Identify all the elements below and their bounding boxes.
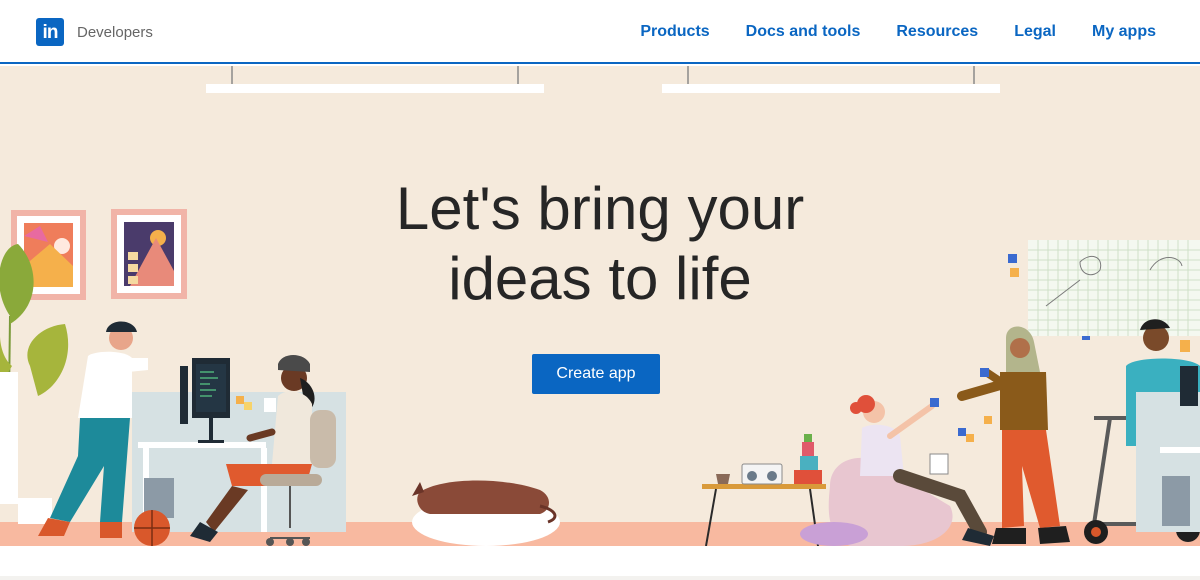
wall-art-right [111,209,187,299]
create-app-button[interactable]: Create app [532,354,660,394]
linkedin-logo-icon[interactable]: in [36,18,64,46]
brand-label[interactable]: Developers [77,24,153,41]
hero-headline-line-2: ideas to life [448,245,752,312]
hero-headline-line-1: Let's bring your [395,175,805,242]
nav-legal[interactable]: Legal [1014,23,1056,41]
ceiling-lights [206,66,1000,93]
nav-resources[interactable]: Resources [896,23,978,41]
dog-on-bed [412,480,560,546]
person-right-edge [1126,319,1200,532]
hero-headline: Let's bring your ideas to life [300,174,900,314]
nav-my-apps[interactable]: My apps [1092,23,1156,41]
nav-docs-and-tools[interactable]: Docs and tools [746,23,861,41]
whiteboard [1028,240,1200,336]
person-standing-right [957,326,1070,544]
hero-section: Let's bring your ideas to life Create ap… [0,66,1200,546]
main-nav: Products Docs and tools Resources Legal … [640,0,1156,64]
top-navigation-bar: in Developers Products Docs and tools Re… [0,0,1200,64]
brand[interactable]: in Developers [36,18,153,46]
page-bottom-divider [0,576,1200,580]
nav-products[interactable]: Products [640,23,709,41]
